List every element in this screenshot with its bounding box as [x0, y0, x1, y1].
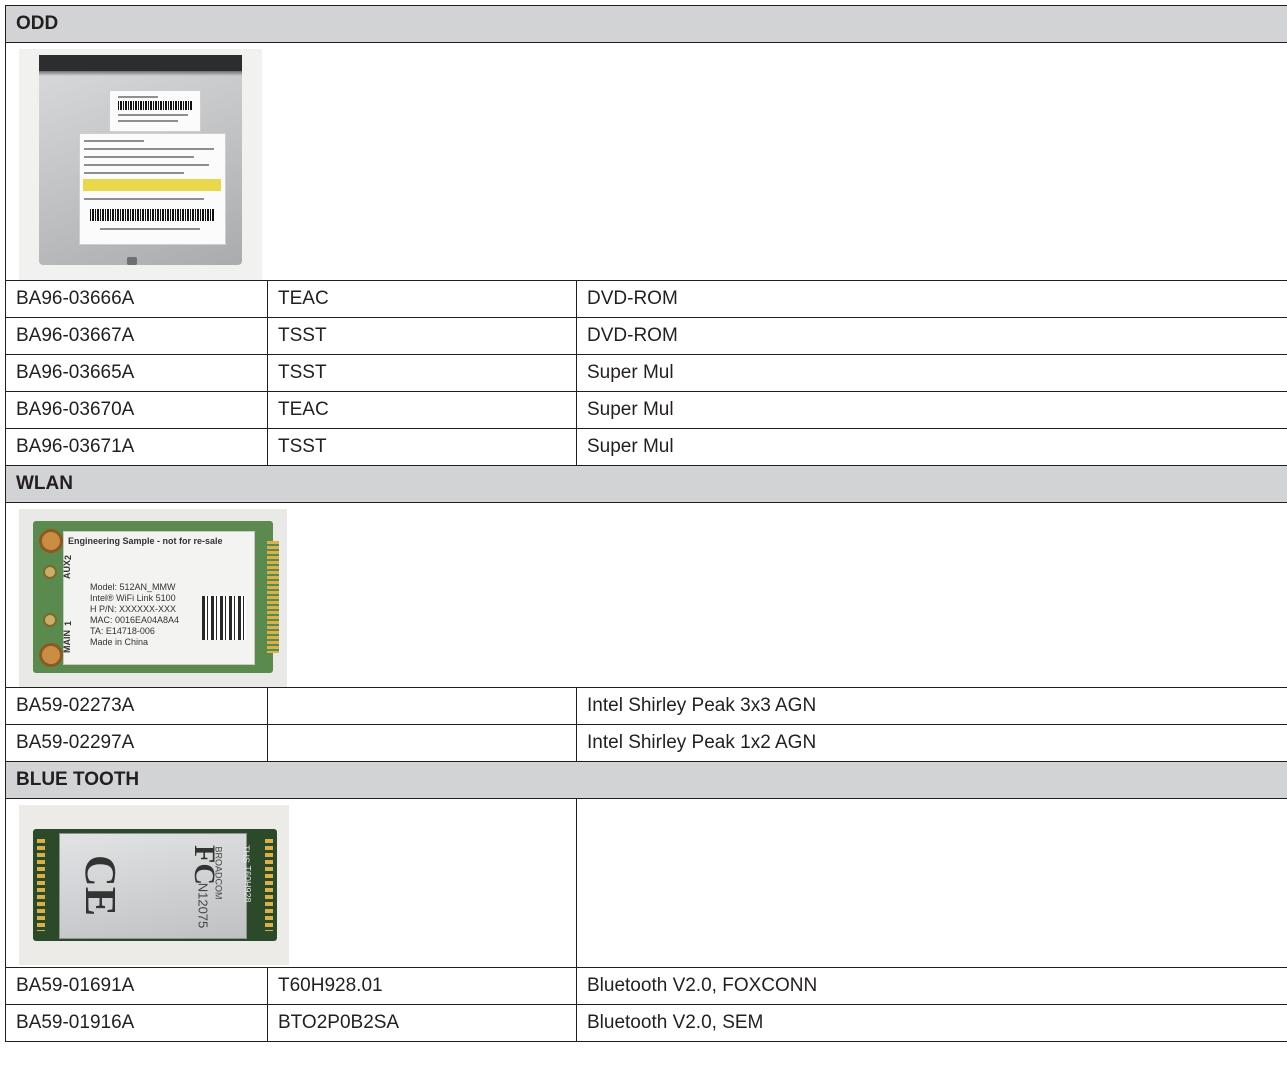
- wlan-label-text: Engineering Sample - not for re-sale: [68, 536, 223, 546]
- table-row: BA59-02297A Intel Shirley Peak 1x2 AGN: [5, 724, 1287, 762]
- section-photo-row: CE FC N12075 BROADCOM THS T60H928: [5, 798, 1287, 968]
- table-row: BA59-01691A T60H928.01 Bluetooth V2.0, F…: [5, 967, 1287, 1005]
- wlan-label-text: MAIN: [62, 630, 72, 653]
- section-photo-row: Engineering Sample - not for re-sale AUX…: [4, 502, 1287, 688]
- section-title: WLAN: [4, 465, 1287, 503]
- table-row: BA96-03667A TSST DVD-ROM: [5, 317, 1287, 355]
- bt-label-text: N12075: [195, 882, 211, 929]
- optical-disc-drive-photo: [19, 49, 262, 280]
- vendor: TEAC: [267, 280, 577, 318]
- description: Super Mul: [575, 428, 1287, 466]
- wlan-card-photo: Engineering Sample - not for re-sale AUX…: [19, 509, 287, 687]
- wlan-label-text: TA: E14718-006: [90, 626, 155, 636]
- section-title: BLUE TOOTH: [4, 761, 1287, 799]
- bt-label-text: BROADCOM: [213, 846, 224, 900]
- wlan-label-text: Model: 512AN_MMW: [90, 582, 176, 592]
- section-photo-row: [4, 42, 1287, 281]
- vendor: [267, 687, 577, 725]
- wlan-label-text: AUX: [62, 559, 73, 580]
- description: Bluetooth V2.0, FOXCONN: [575, 967, 1287, 1005]
- wlan-label-text: 1: [63, 620, 74, 627]
- table-row: BA59-01916A BTO2P0B2SA Bluetooth V2.0, S…: [5, 1004, 1287, 1042]
- part-number: BA96-03671A: [5, 428, 268, 466]
- description: Intel Shirley Peak 3x3 AGN: [575, 687, 1287, 725]
- vendor: T60H928.01: [267, 967, 577, 1005]
- part-number: BA59-02297A: [5, 724, 268, 762]
- empty-cell: [575, 798, 1287, 968]
- vendor: TSST: [267, 317, 577, 355]
- description: DVD-ROM: [575, 280, 1287, 318]
- section-title: ODD: [4, 5, 1287, 43]
- table-row: BA96-03671A TSST Super Mul: [5, 428, 1287, 466]
- table-row: BA96-03665A TSST Super Mul: [5, 354, 1287, 392]
- vendor: BTO2P0B2SA: [267, 1004, 577, 1042]
- wlan-label-text: Made in China: [90, 637, 149, 647]
- table-row: BA96-03666A TEAC DVD-ROM: [5, 280, 1287, 318]
- vendor: [267, 724, 577, 762]
- description: DVD-ROM: [575, 317, 1287, 355]
- part-number: BA96-03667A: [5, 317, 268, 355]
- qr-code-icon: [202, 596, 246, 640]
- description: Super Mul: [575, 354, 1287, 392]
- description: Intel Shirley Peak 1x2 AGN: [575, 724, 1287, 762]
- vendor: TSST: [267, 354, 577, 392]
- bt-label-text: T60H928: [242, 865, 253, 903]
- wlan-label-text: 2: [63, 554, 74, 561]
- part-number: BA96-03666A: [5, 280, 268, 318]
- table-row: BA59-02273A Intel Shirley Peak 3x3 AGN: [5, 687, 1287, 725]
- part-number: BA96-03665A: [5, 354, 268, 392]
- part-number: BA59-02273A: [5, 687, 268, 725]
- section-header-wlan: WLAN: [4, 465, 1287, 503]
- bluetooth-module-photo: CE FC N12075 BROADCOM THS T60H928: [19, 805, 289, 965]
- description: Super Mul: [575, 391, 1287, 429]
- wlan-label-text: Intel® WiFi Link 5100: [90, 593, 176, 603]
- parts-table: ODD BA96-03666A TEAC DVD-ROM BA96-03667A…: [4, 5, 1287, 1042]
- ce-mark-icon: CE: [76, 854, 126, 917]
- description: Bluetooth V2.0, SEM: [575, 1004, 1287, 1042]
- part-number: BA96-03670A: [5, 391, 268, 429]
- vendor: TEAC: [267, 391, 577, 429]
- part-number: BA59-01691A: [5, 967, 268, 1005]
- section-header-odd: ODD: [4, 5, 1287, 43]
- wlan-label-text: MAC: 0016EA04A8A4: [90, 615, 180, 625]
- table-row: BA96-03670A TEAC Super Mul: [5, 391, 1287, 429]
- section-header-bluetooth: BLUE TOOTH: [4, 761, 1287, 799]
- bt-label-text: THS: [241, 845, 251, 863]
- wlan-label-text: H P/N: XXXXXX-XXX: [90, 604, 177, 614]
- part-number: BA59-01916A: [5, 1004, 268, 1042]
- vendor: TSST: [267, 428, 577, 466]
